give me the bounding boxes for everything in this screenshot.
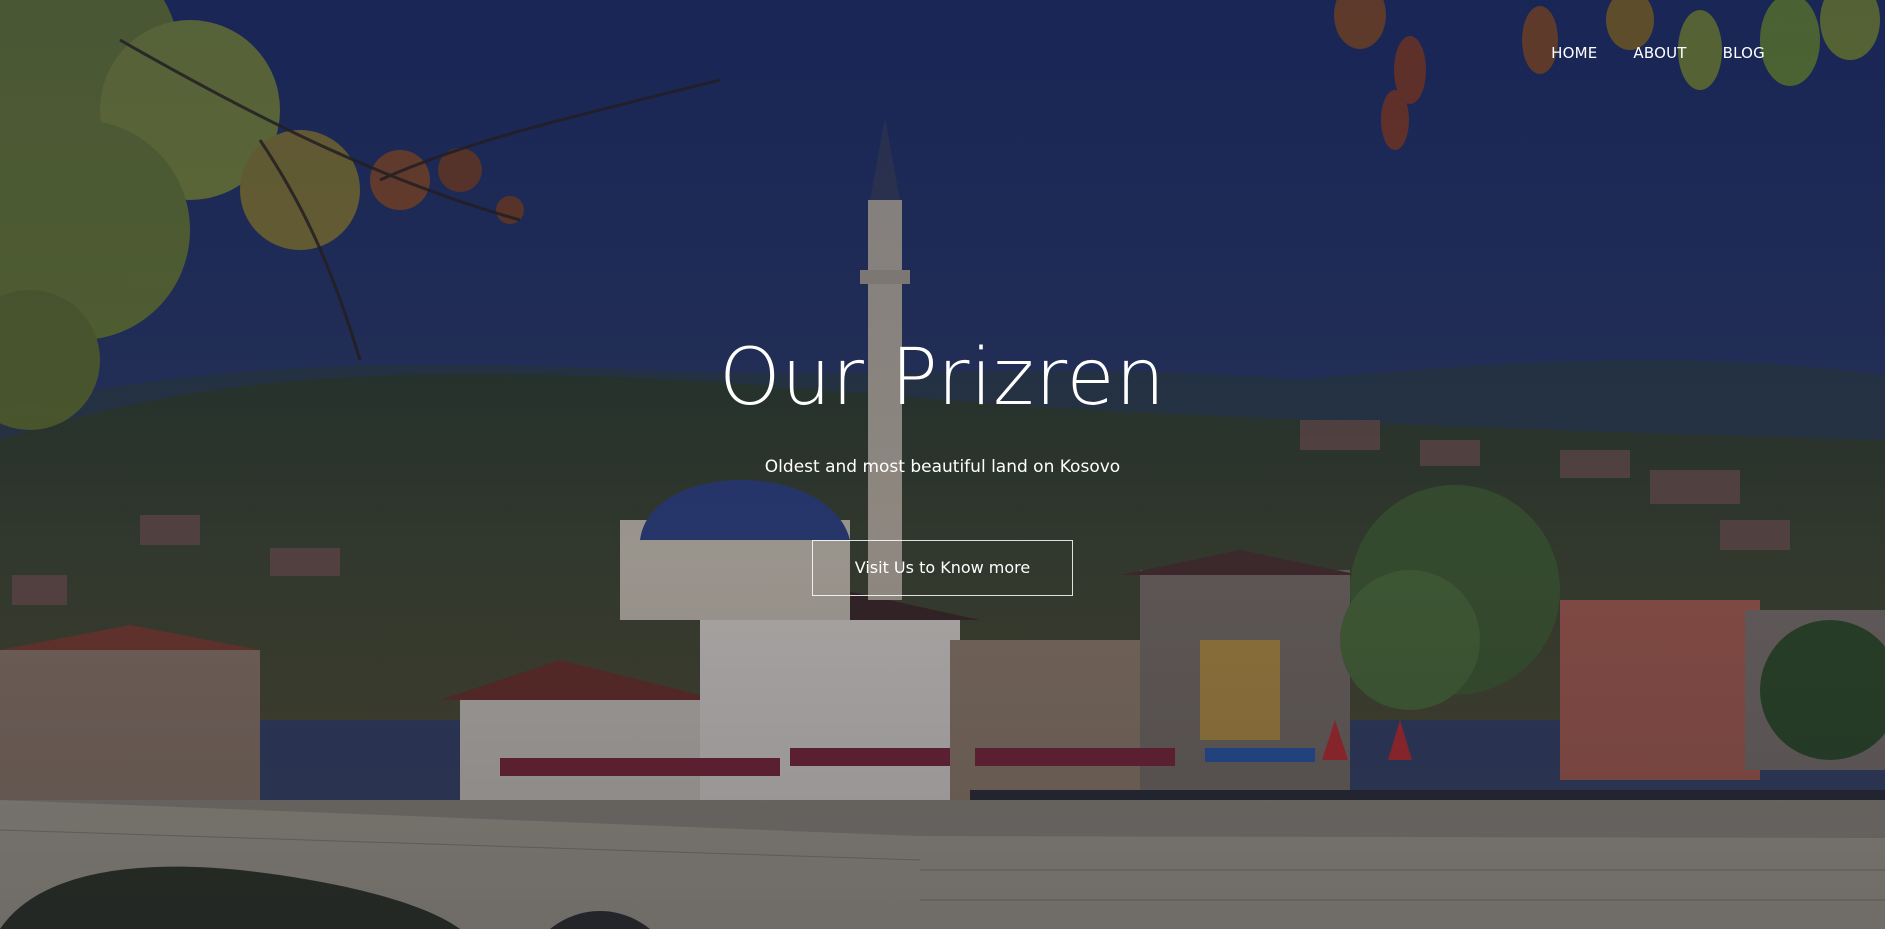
- hero-subtitle: Oldest and most beautiful land on Kosovo: [764, 457, 1121, 477]
- nav-link-about[interactable]: ABOUT: [1633, 44, 1686, 62]
- visit-us-button[interactable]: Visit Us to Know more: [811, 540, 1074, 596]
- hero-section: HOME ABOUT BLOG Our Prizren Oldest and m…: [0, 0, 1885, 929]
- hero-title: Our Prizren: [719, 333, 1166, 423]
- hero-content: Our Prizren Oldest and most beautiful la…: [0, 330, 1885, 596]
- top-navigation: HOME ABOUT BLOG: [1551, 44, 1765, 62]
- nav-link-blog[interactable]: BLOG: [1723, 44, 1765, 62]
- nav-link-home[interactable]: HOME: [1551, 44, 1597, 62]
